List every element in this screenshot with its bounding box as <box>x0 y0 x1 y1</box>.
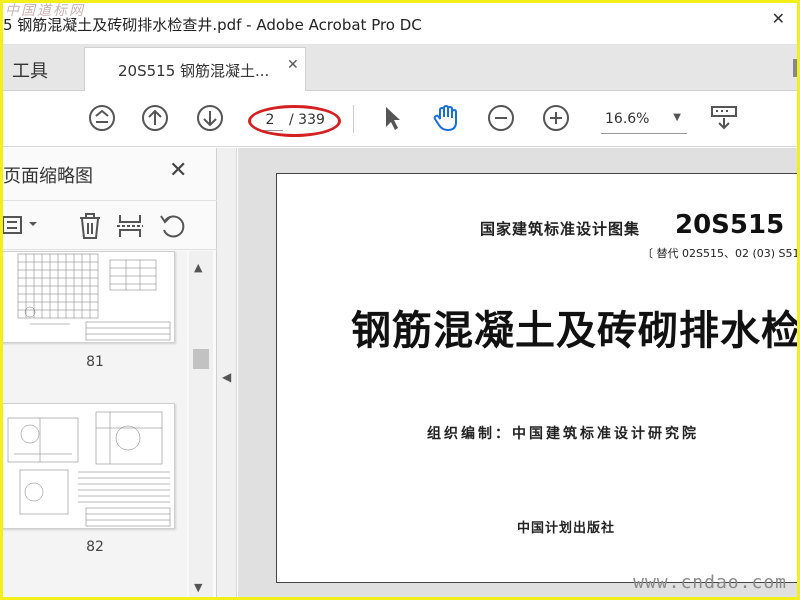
rotate-icon[interactable] <box>157 211 187 241</box>
toolbar: 2 / 339 16.6% ▼ <box>3 91 797 147</box>
annotation-highlight-ring <box>248 105 341 137</box>
title-bar: 中国道标网 5 钢筋混凝土及砖砌排水检查井.pdf - Adobe Acroba… <box>3 3 797 45</box>
keyboard-icon[interactable] <box>709 103 739 133</box>
tab-overflow-icon[interactable] <box>793 59 797 77</box>
thumbnail-label: 82 <box>86 539 104 555</box>
tab-row-empty <box>306 45 797 91</box>
collapse-arrow-icon[interactable]: ◀ <box>222 370 231 384</box>
panel-collapse-strip[interactable]: ◀ <box>217 148 237 597</box>
extract-icon[interactable] <box>115 211 145 241</box>
zoom-select[interactable]: 16.6% ▼ <box>601 108 687 134</box>
panel-toolbar <box>3 200 217 250</box>
zoom-value: 16.6% <box>605 111 650 127</box>
tab-document[interactable]: 20S515 钢筋混凝土... <box>84 47 306 91</box>
page-organizer: 组织编制：中国建筑标准设计研究院 <box>427 426 699 442</box>
page-main-title: 钢筋混凝土及砖砌排水检查井 <box>351 308 797 354</box>
tab-tools[interactable]: 工具 <box>3 45 81 91</box>
next-page-icon[interactable] <box>195 103 225 133</box>
select-arrow-icon[interactable] <box>376 103 406 133</box>
tab-document-label: 20S515 钢筋混凝土... <box>118 62 270 80</box>
page-series-title: 国家建筑标准设计图集 <box>480 220 641 238</box>
document-view[interactable]: 国家建筑标准设计图集 20S515 〔 替代 02S515、02 (03) S5… <box>238 148 797 597</box>
scroll-up-icon[interactable]: ▲ <box>194 261 202 274</box>
scroll-down-icon[interactable]: ▼ <box>194 581 202 594</box>
window-close-button[interactable]: ✕ <box>772 9 785 28</box>
delete-icon[interactable] <box>75 211 105 241</box>
panel-title: 页面缩略图 <box>3 166 93 187</box>
page-publisher: 中国计划出版社 <box>517 521 616 536</box>
prev-page-icon[interactable] <box>140 103 170 133</box>
tab-row: 工具 20S515 钢筋混凝土... ✕ <box>3 45 797 91</box>
thumbnail-page[interactable] <box>3 251 175 343</box>
page-thumbnails-panel: 页面缩略图 ✕ 81 82 ▲ ▼ <box>3 148 217 597</box>
chevron-down-icon: ▼ <box>673 112 681 123</box>
page-replaces-note: 〔 替代 02S515、02 (03) S51 <box>642 247 797 260</box>
hand-tool-icon[interactable] <box>431 103 461 133</box>
scrollbar-thumb[interactable] <box>193 349 209 369</box>
panel-close-icon[interactable]: ✕ <box>169 158 187 183</box>
options-menu-icon[interactable] <box>3 211 47 241</box>
thumbnail-page[interactable] <box>3 403 175 529</box>
thumbnails-list: 81 82 <box>3 251 187 597</box>
toolbar-separator <box>353 105 354 133</box>
watermark-bottom: www.cndao.com <box>633 572 787 593</box>
zoom-out-icon[interactable] <box>486 103 516 133</box>
window-title: 5 钢筋混凝土及砖砌排水检查井.pdf - Adobe Acrobat Pro … <box>3 16 422 34</box>
tab-close-icon[interactable]: ✕ <box>287 57 299 73</box>
pdf-page: 国家建筑标准设计图集 20S515 〔 替代 02S515、02 (03) S5… <box>276 173 797 583</box>
zoom-in-icon[interactable] <box>541 103 571 133</box>
thumbnail-label: 81 <box>86 354 104 370</box>
thumbnails-scrollbar[interactable]: ▲ ▼ <box>189 251 213 597</box>
app-window: 中国道标网 5 钢筋混凝土及砖砌排水检查井.pdf - Adobe Acroba… <box>3 3 797 597</box>
first-page-icon[interactable] <box>87 103 117 133</box>
page-code: 20S515 <box>675 210 785 240</box>
